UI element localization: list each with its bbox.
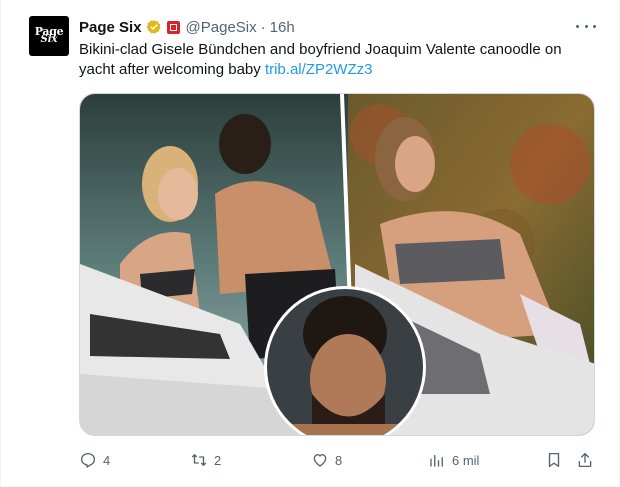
account-handle[interactable]: @PageSix xyxy=(186,19,257,36)
timestamp[interactable]: 16h xyxy=(270,19,295,36)
avatar-line2: Six xyxy=(40,34,58,46)
like-button[interactable]: 8 xyxy=(311,450,342,470)
media-image[interactable] xyxy=(79,93,595,436)
photo-collage xyxy=(80,94,594,435)
reply-count: 4 xyxy=(103,452,111,468)
bookmark-button[interactable] xyxy=(545,450,563,470)
bookmark-icon xyxy=(548,452,560,468)
more-icon[interactable] xyxy=(576,19,596,33)
share-icon xyxy=(578,452,592,468)
like-icon xyxy=(313,454,327,467)
repost-count: 2 xyxy=(214,452,222,468)
views-button[interactable]: 6 mil xyxy=(428,450,479,470)
avatar[interactable]: Page Six xyxy=(29,16,69,56)
affiliate-badge-icon[interactable] xyxy=(166,20,180,34)
reply-icon xyxy=(80,452,96,468)
like-count: 8 xyxy=(335,452,343,468)
tweet-text: Bikini-clad Gisele Bündchen and boyfrien… xyxy=(79,40,599,80)
tweet-header: Page Six @PageSix · 16h xyxy=(79,17,295,37)
views-icon xyxy=(430,454,443,467)
share-button[interactable] xyxy=(576,450,594,470)
tweet-card[interactable]: Page Six Page Six @PageSix · 16h Bikini-… xyxy=(0,0,620,487)
verified-badge-icon[interactable] xyxy=(146,19,162,35)
action-bar: 4 2 8 6 mil xyxy=(79,450,599,470)
account-name[interactable]: Page Six xyxy=(79,19,142,36)
repost-icon xyxy=(191,454,207,466)
separator: · xyxy=(260,18,266,36)
view-count: 6 mil xyxy=(452,452,480,468)
reply-button[interactable]: 4 xyxy=(79,450,110,470)
tweet-link[interactable]: trib.al/ZP2WZz3 xyxy=(265,61,373,78)
repost-button[interactable]: 2 xyxy=(190,450,221,470)
